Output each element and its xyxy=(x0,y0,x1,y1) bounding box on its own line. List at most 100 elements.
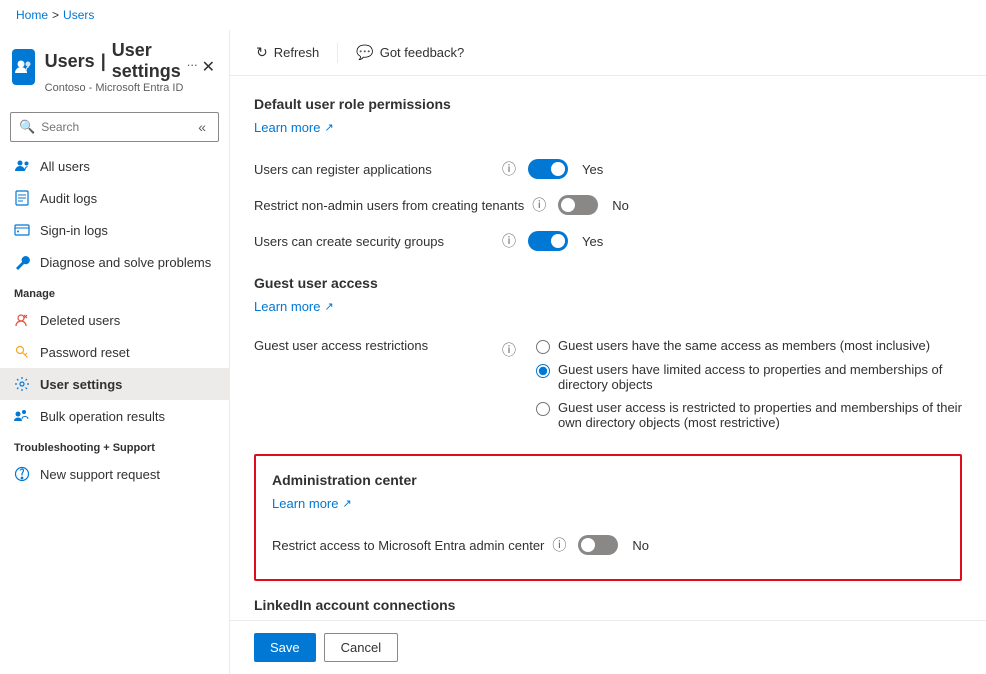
nav-item-new-support[interactable]: New support request xyxy=(0,458,229,490)
nav-item-deleted-users[interactable]: Deleted users xyxy=(0,304,229,336)
nav-item-bulk-operations[interactable]: Bulk operation results xyxy=(0,400,229,432)
nav-label-bulk-operations: Bulk operation results xyxy=(40,409,165,424)
content-footer: Save Cancel xyxy=(230,620,986,674)
search-input[interactable] xyxy=(41,120,188,134)
nav-item-diagnose[interactable]: Diagnose and solve problems xyxy=(0,246,229,278)
toolbar: ↻ Refresh 💬 Got feedback? xyxy=(230,30,986,76)
feedback-label: Got feedback? xyxy=(380,45,465,60)
people-icon xyxy=(14,158,30,174)
nav-label-new-support: New support request xyxy=(40,467,160,482)
search-icon: 🔍 xyxy=(19,119,35,135)
guest-radio-restricted-access[interactable] xyxy=(536,402,550,416)
register-apps-info-icon[interactable]: ⓘ xyxy=(502,159,516,179)
setting-register-apps: Users can register applications ⓘ Yes xyxy=(254,151,962,187)
guest-section-title: Guest user access xyxy=(254,275,962,291)
refresh-button[interactable]: ↻ Refresh xyxy=(246,38,329,67)
sidebar-separator: | xyxy=(101,51,106,72)
content-area: ↻ Refresh 💬 Got feedback? Default user r… xyxy=(230,30,986,674)
signin-icon xyxy=(14,222,30,238)
admin-center-info-icon[interactable]: ⓘ xyxy=(552,535,566,555)
guest-radio-same-access[interactable] xyxy=(536,340,550,354)
bulk-icon xyxy=(14,408,30,424)
default-role-section-title: Default user role permissions xyxy=(254,96,962,112)
nav-label-deleted-users: Deleted users xyxy=(40,313,120,328)
admin-center-section-title: Administration center xyxy=(272,472,944,488)
breadcrumb: Home > Users xyxy=(0,0,986,30)
guest-external-link-icon: ↗ xyxy=(324,300,333,313)
security-groups-info-icon[interactable]: ⓘ xyxy=(502,231,516,251)
ellipsis-icon[interactable]: ... xyxy=(187,54,198,69)
guest-access-info-icon[interactable]: ⓘ xyxy=(502,340,516,360)
nav-item-all-users[interactable]: All users xyxy=(0,150,229,182)
feedback-button[interactable]: 💬 Got feedback? xyxy=(346,38,474,67)
guest-option-limited-access[interactable]: Guest users have limited access to prope… xyxy=(536,362,962,392)
admin-center-toggle[interactable] xyxy=(578,535,618,555)
key-icon xyxy=(14,344,30,360)
support-icon xyxy=(14,466,30,482)
admin-center-learn-more[interactable]: Learn more ↗ xyxy=(272,496,352,511)
register-apps-label: Users can register applications xyxy=(254,162,494,177)
nav-label-sign-in-logs: Sign-in logs xyxy=(40,223,108,238)
guest-access-radio-group: Guest users have the same access as memb… xyxy=(536,338,962,430)
deleted-icon xyxy=(14,312,30,328)
manage-section-title: Manage xyxy=(0,278,229,304)
register-apps-toggle-label: Yes xyxy=(582,162,603,177)
nav-label-diagnose: Diagnose and solve problems xyxy=(40,255,211,270)
guest-option-limited-access-label: Guest users have limited access to prope… xyxy=(558,362,962,392)
admin-center-box: Administration center Learn more ↗ Restr… xyxy=(254,454,962,581)
guest-option-restricted-access-label: Guest user access is restricted to prope… xyxy=(558,400,962,430)
sidebar-page-title: Users xyxy=(45,51,95,72)
sidebar-org-name: Contoso - Microsoft Entra ID xyxy=(45,82,198,94)
restrict-tenants-toggle-label: No xyxy=(612,198,629,213)
users-logo-icon xyxy=(12,49,35,85)
restrict-tenants-toggle[interactable] xyxy=(558,195,598,215)
breadcrumb-users[interactable]: Users xyxy=(63,8,94,22)
setting-security-groups: Users can create security groups ⓘ Yes xyxy=(254,223,962,259)
admin-center-setting-label: Restrict access to Microsoft Entra admin… xyxy=(272,538,544,553)
nav-label-audit-logs: Audit logs xyxy=(40,191,97,206)
feedback-icon: 💬 xyxy=(356,44,373,61)
guest-access-setting: Guest user access restrictions ⓘ Guest u… xyxy=(254,330,962,438)
default-role-learn-more[interactable]: Learn more ↗ xyxy=(254,120,334,135)
security-groups-toggle[interactable] xyxy=(528,231,568,251)
register-apps-toggle[interactable] xyxy=(528,159,568,179)
setting-restrict-tenants: Restrict non-admin users from creating t… xyxy=(254,187,962,223)
close-button[interactable]: ✕ xyxy=(198,53,219,81)
admin-center-toggle-label: No xyxy=(632,538,649,553)
nav-label-all-users: All users xyxy=(40,159,90,174)
nav-label-password-reset: Password reset xyxy=(40,345,130,360)
refresh-label: Refresh xyxy=(274,45,320,60)
nav-label-user-settings: User settings xyxy=(40,377,122,392)
nav-item-audit-logs[interactable]: Audit logs xyxy=(0,182,229,214)
nav-item-password-reset[interactable]: Password reset xyxy=(0,336,229,368)
wrench-icon xyxy=(14,254,30,270)
settings-icon xyxy=(14,376,30,392)
restrict-tenants-label: Restrict non-admin users from creating t… xyxy=(254,198,524,213)
guest-access-label: Guest user access restrictions xyxy=(254,338,494,353)
breadcrumb-sep: > xyxy=(52,8,59,22)
sidebar-header: Users | User settings ... Contoso - Micr… xyxy=(0,30,229,104)
audit-icon xyxy=(14,190,30,206)
cancel-button[interactable]: Cancel xyxy=(324,633,398,662)
save-button[interactable]: Save xyxy=(254,633,316,662)
nav-item-sign-in-logs[interactable]: Sign-in logs xyxy=(0,214,229,246)
security-groups-label: Users can create security groups xyxy=(254,234,494,249)
admin-external-link-icon: ↗ xyxy=(342,497,351,510)
nav-item-user-settings[interactable]: User settings xyxy=(0,368,229,400)
linkedin-section-title: LinkedIn account connections xyxy=(254,597,962,613)
toolbar-divider xyxy=(337,43,338,63)
restrict-tenants-info-icon[interactable]: ⓘ xyxy=(532,195,546,215)
security-groups-toggle-label: Yes xyxy=(582,234,603,249)
guest-option-same-access[interactable]: Guest users have the same access as memb… xyxy=(536,338,962,354)
breadcrumb-home[interactable]: Home xyxy=(16,8,48,22)
sidebar-page-subtitle: User settings xyxy=(112,40,181,82)
guest-radio-limited-access[interactable] xyxy=(536,364,550,378)
search-box[interactable]: 🔍 « xyxy=(10,112,219,142)
troubleshoot-section-title: Troubleshooting + Support xyxy=(0,432,229,458)
admin-center-setting: Restrict access to Microsoft Entra admin… xyxy=(272,527,944,563)
guest-option-restricted-access[interactable]: Guest user access is restricted to prope… xyxy=(536,400,962,430)
guest-learn-more[interactable]: Learn more ↗ xyxy=(254,299,334,314)
collapse-button[interactable]: « xyxy=(194,117,210,137)
content-scroll: Default user role permissions Learn more… xyxy=(230,76,986,620)
external-link-icon: ↗ xyxy=(324,121,333,134)
